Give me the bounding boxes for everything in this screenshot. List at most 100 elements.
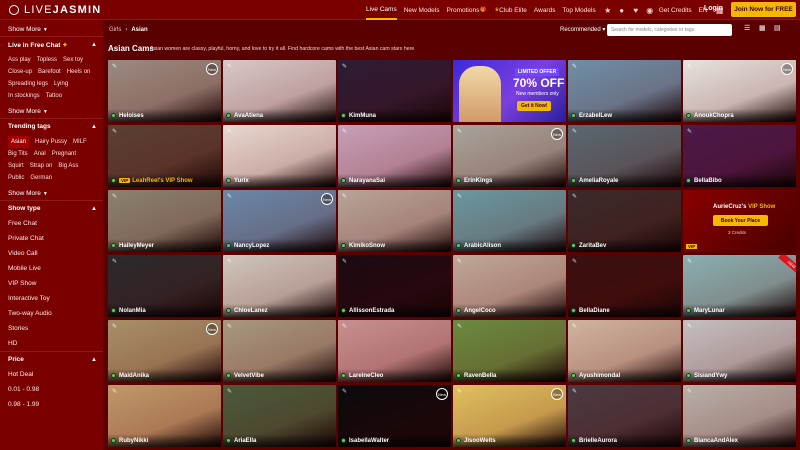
heart-icon[interactable]: ♥ [631,5,641,15]
model-name[interactable]: KimikoSnow [349,243,385,249]
trending-tag[interactable]: Pregnant [52,148,76,160]
model-name[interactable]: VelvetVibe [234,373,264,379]
cam-card[interactable]: ✎ AvaAtiena [223,60,336,122]
free-chat-tag[interactable]: Close-up [8,66,32,78]
nav-awards[interactable]: Awards [534,0,556,20]
free-chat-section-title[interactable]: Live in Free Chat ✦ ▲ [0,36,103,52]
breadcrumb-parent[interactable]: Girls [109,27,121,33]
model-name[interactable]: LeahReel's VIP Show [132,178,192,184]
sidebar-show-more-1[interactable]: Show More ▼ [0,102,103,118]
credits-icon[interactable]: ◉ [645,5,655,15]
free-chat-tag[interactable]: Tattoo [46,90,62,102]
free-chat-tag[interactable]: Ass play [8,54,31,66]
cam-card[interactable]: ✎ New IsabellaWalter [338,385,451,447]
show-type-section-title[interactable]: Show type ▲ [0,200,103,216]
cam-card[interactable]: ✎ New Heloises [108,60,221,122]
model-name[interactable]: RavenBella [464,373,496,379]
model-name[interactable]: AmeliaRoyale [579,178,618,184]
model-name[interactable]: JisooWelts [464,438,496,444]
nav-live-cams[interactable]: Live Cams [366,0,397,20]
show-type-item[interactable]: VIP Show [0,276,103,291]
model-name[interactable]: RubyNikki [119,438,148,444]
cam-card[interactable]: ✎ BiancaAndAlex [683,385,796,447]
free-chat-tag[interactable]: Barefoot [38,66,61,78]
cam-card[interactable]: ✎ RavenBella [453,320,566,382]
model-name[interactable]: KimMuna [349,113,376,119]
price-item[interactable]: 0.98 - 1.99 [0,397,103,412]
trending-tag[interactable]: Asian [8,136,30,148]
trending-tag[interactable]: Anal [34,148,46,160]
nav-top-models[interactable]: Top Models [562,0,595,20]
trending-tag[interactable]: Strap on [30,160,53,172]
model-name[interactable]: BellaDiane [579,308,610,314]
logo[interactable]: LIVE JASMIN [9,4,101,16]
model-name[interactable]: AriaElla [234,438,256,444]
cam-card[interactable]: ✎ Ayushimondal [568,320,681,382]
trending-tag[interactable]: Squirt [8,160,24,172]
trending-tag[interactable]: Public [8,172,24,184]
sidebar-show-more-top[interactable]: Show More ▼ [0,20,103,36]
free-chat-tag[interactable]: Heels on [67,66,91,78]
model-name[interactable]: NolanMia [119,308,146,314]
cam-card[interactable]: ✎ ChloeLanez [223,255,336,317]
vip-show-card[interactable]: AurieCruz's VIP Show Book Your Place 3 Cre… [683,190,796,252]
cam-card[interactable]: ✎ NarayanaSai [338,125,451,187]
model-name[interactable]: SisiandYwy [694,373,727,379]
promo-card[interactable]: LIMITED OFFER 70% OFF New members only Get … [453,60,566,122]
free-chat-tag[interactable]: In stockings [8,90,40,102]
model-name[interactable]: BrielleAurora [579,438,617,444]
model-name[interactable]: ArabicAlison [464,243,501,249]
cam-card[interactable]: ✎ AllissonEstrada [338,255,451,317]
get-credits-link[interactable]: Get Credits [659,0,692,20]
model-name[interactable]: Heloises [119,113,144,119]
trending-tag[interactable]: Hairy Pussy [35,136,67,148]
price-section-title[interactable]: Price ▲ [0,351,103,367]
model-name[interactable]: ErinKings [464,178,492,184]
search-input[interactable]: Search for models, categories or tags [607,24,732,36]
model-name[interactable]: NarayanaSai [349,178,385,184]
cam-card[interactable]: ✎ New MaidAnika [108,320,221,382]
show-type-item[interactable]: Interactive Toy [0,291,103,306]
free-chat-tag[interactable]: Lying [54,78,68,90]
model-name[interactable]: MaryLunar [694,308,725,314]
cam-card[interactable]: ✎ New JisooWelts [453,385,566,447]
cam-card[interactable]: ✎ KimikoSnow [338,190,451,252]
show-type-item[interactable]: Stories [0,321,103,336]
cam-card[interactable]: ✎ AngelCoco [453,255,566,317]
cam-card[interactable]: ✎ VelvetVibe [223,320,336,382]
grid-large-icon[interactable]: ▤ [774,25,782,33]
cam-card[interactable]: ✎ NEW MaryLunar [683,255,796,317]
model-name[interactable]: Yurix [234,178,249,184]
cam-card[interactable]: ✎ KimMuna [338,60,451,122]
join-button[interactable]: Join Now for FREE [731,2,796,17]
model-name[interactable]: AnoukChopra [694,113,734,119]
cam-card[interactable]: ✎ BellaDiane [568,255,681,317]
trending-tag[interactable]: Big Tits [8,148,28,160]
cam-card[interactable]: ✎ ArabicAlison [453,190,566,252]
trending-tag[interactable]: Big Ass [58,160,78,172]
show-type-item[interactable]: Video Call [0,246,103,261]
cam-card[interactable]: ✎ VIP LeahReel's VIP Show [108,125,221,187]
model-name[interactable]: AngelCoco [464,308,496,314]
cam-card[interactable]: ✎ BrielleAurora [568,385,681,447]
price-item[interactable]: 0.01 - 0.98 [0,382,103,397]
cam-card[interactable]: ✎ RubyNikki [108,385,221,447]
free-chat-tag[interactable]: Spreading legs [8,78,48,90]
model-name[interactable]: IsabellaWalter [349,438,389,444]
cam-card[interactable]: ✎ ErzabelLew [568,60,681,122]
model-name[interactable]: MaidAnika [119,373,149,379]
trending-section-title[interactable]: Trending tags ▲ [0,118,103,134]
cam-card[interactable]: ✎ New NancyLopez [223,190,336,252]
trending-tag[interactable]: German [30,172,52,184]
free-chat-tag[interactable]: Topless [37,54,57,66]
model-name[interactable]: LareineCleo [349,373,383,379]
trending-tag[interactable]: MILF [73,136,87,148]
model-name[interactable]: ZaritaBev [579,243,606,249]
show-type-item[interactable]: Private Chat [0,231,103,246]
model-name[interactable]: NancyLopez [234,243,269,249]
model-name[interactable]: BellaBibo [694,178,722,184]
model-name[interactable]: AvaAtiena [234,113,263,119]
book-place-button[interactable]: Book Your Place [713,215,768,226]
show-type-item[interactable]: Free Chat [0,216,103,231]
cam-card[interactable]: ✎ New ErinKings [453,125,566,187]
